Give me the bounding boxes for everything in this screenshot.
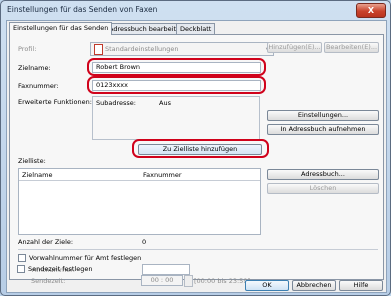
- highlight-ring-name: [87, 58, 266, 76]
- profile-icon: [94, 44, 103, 55]
- tab-cover-sheet[interactable]: Deckblatt: [176, 23, 216, 34]
- target-list-label: Zielliste:: [18, 157, 46, 165]
- close-button[interactable]: X: [356, 3, 386, 18]
- window-title: Einstellungen für das Senden von Faxen: [7, 5, 158, 14]
- subaddress-label: Subadresse:: [96, 99, 136, 107]
- dialog-client: Einstellungen für das Senden Adressbuch …: [6, 20, 387, 293]
- highlight-ring-fax: [87, 76, 266, 94]
- profile-select[interactable]: Standardeinstellungen ▾: [90, 42, 274, 56]
- fax-settings-window: Einstellungen für das Senden von Faxen X…: [0, 0, 391, 296]
- extended-functions-box: Subadresse: Aus: [92, 96, 260, 140]
- profile-value: Standardeinstellungen: [105, 45, 179, 53]
- sendtime-label: Sendezeit festlegen: [28, 265, 93, 273]
- prefix-label: Vorwahlnummer für Amt festlegen: [29, 254, 142, 262]
- subaddress-value: Aus: [159, 99, 171, 107]
- profile-edit-button[interactable]: Bearbeiten(E)...: [324, 42, 379, 53]
- target-list-table[interactable]: Zielname Faxnummer: [18, 168, 261, 235]
- fax-number-label: Faxnummer:: [18, 82, 59, 90]
- help-button[interactable]: Hilfe: [339, 280, 383, 291]
- recipient-name-label: Zielname:: [18, 64, 51, 72]
- add-to-addressbook-button[interactable]: In Adressbuch aufnehmen: [267, 124, 379, 135]
- addressbook-button[interactable]: Adressbuch...: [267, 169, 379, 180]
- profile-register-button[interactable]: Hinzufügen(E)...: [267, 42, 322, 53]
- cancel-button[interactable]: Abbrechen: [292, 280, 336, 291]
- sendtime-input[interactable]: 00 : 00: [141, 275, 183, 286]
- sendtime-spinner[interactable]: [184, 275, 193, 287]
- prefix-number-input[interactable]: [142, 264, 190, 275]
- column-header-fax[interactable]: Faxnummer: [143, 171, 182, 179]
- ok-button[interactable]: OK: [245, 280, 289, 291]
- title-bar: Einstellungen für das Senden von Faxen X: [1, 1, 390, 18]
- section-divider: [18, 249, 378, 250]
- extended-settings-button[interactable]: Einstellungen...: [267, 110, 379, 121]
- send-settings-panel: Profil: Standardeinstellungen ▾ Hinzufüg…: [9, 34, 384, 280]
- delete-button[interactable]: Löschen: [267, 183, 379, 194]
- target-count-label: Anzahl der Ziele:: [18, 238, 74, 246]
- column-header-name[interactable]: Zielname: [22, 171, 53, 179]
- tab-send-settings[interactable]: Einstellungen für das Senden: [9, 22, 113, 35]
- highlight-ring-add: [132, 139, 269, 158]
- target-count-value: 0: [142, 238, 147, 246]
- sendtime-range: [00:00 bis 23:59]: [194, 277, 250, 285]
- target-list-header-divider: [19, 180, 260, 181]
- sendtime-sub-label: Sendezeit:: [31, 277, 66, 285]
- sendtime-checkbox[interactable]: [17, 265, 25, 273]
- extended-functions-label: Erweiterte Funktionen:: [18, 98, 92, 106]
- profile-label: Profil:: [18, 45, 37, 53]
- prefix-checkbox[interactable]: [18, 254, 26, 262]
